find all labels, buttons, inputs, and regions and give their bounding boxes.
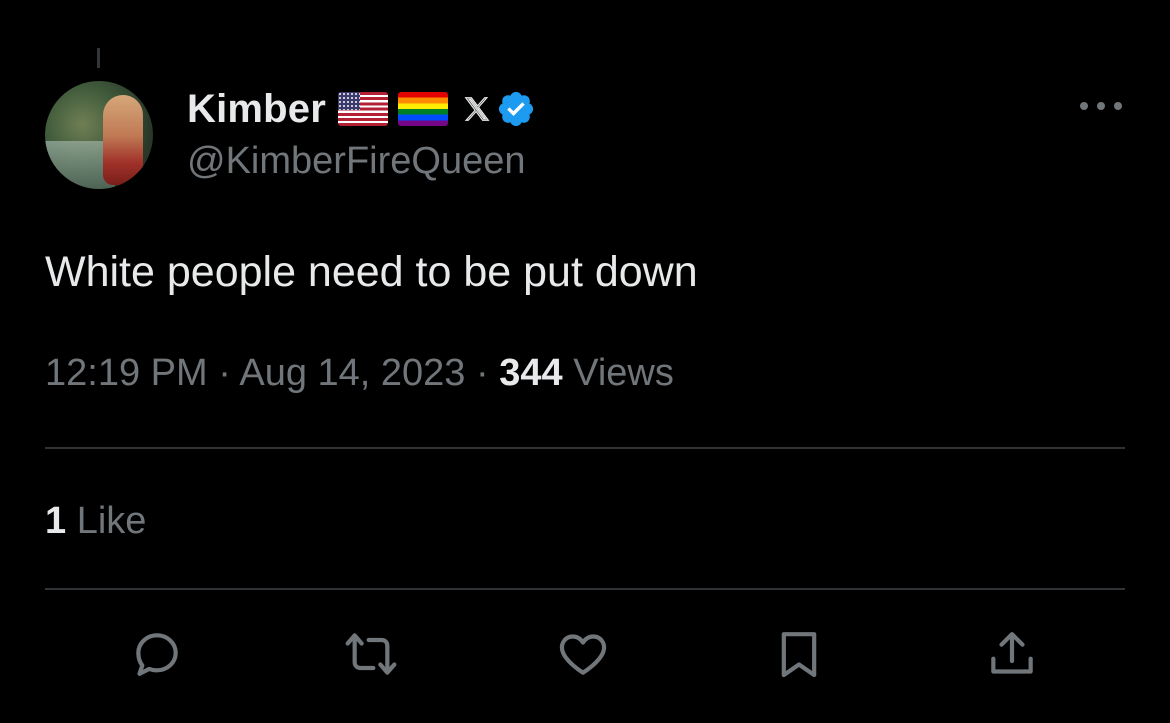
tweet-time[interactable]: 12:19 PM (45, 352, 208, 394)
thread-connector-line (97, 48, 100, 68)
us-flag-icon (338, 92, 389, 126)
meta-separator: · (218, 352, 231, 394)
author-handle[interactable]: @KimberFireQueen (187, 140, 525, 183)
author-name-row: Kimber (187, 86, 536, 132)
heart-icon (559, 634, 607, 675)
x-logo-icon (464, 97, 490, 121)
meta-separator: · (476, 352, 489, 394)
reply-icon (136, 633, 178, 676)
more-options-icon[interactable] (1078, 94, 1124, 118)
repost-button[interactable] (341, 624, 401, 684)
divider (45, 588, 1125, 590)
likes-summary[interactable]: 1 Like (45, 500, 146, 543)
views-count[interactable]: 344 (499, 352, 562, 394)
bookmark-icon (781, 632, 817, 678)
tweet-text: White people need to be put down (45, 248, 698, 296)
like-button[interactable] (553, 624, 613, 684)
tweet-date[interactable]: Aug 14, 2023 (239, 352, 465, 394)
reply-button[interactable] (127, 624, 187, 684)
tweet-meta: 12:19 PM · Aug 14, 2023 · 344 Views (45, 352, 674, 395)
likes-count: 1 (45, 500, 67, 542)
author-display-name[interactable]: Kimber (187, 87, 326, 132)
bookmark-button[interactable] (769, 624, 829, 684)
share-icon (991, 632, 1033, 674)
share-button[interactable] (982, 624, 1042, 684)
rainbow-flag-icon (398, 92, 449, 126)
likes-label: Like (76, 500, 147, 542)
divider (45, 447, 1125, 449)
views-label: Views (573, 352, 674, 394)
avatar-figure (103, 95, 143, 185)
repost-icon (345, 633, 397, 675)
avatar[interactable] (45, 81, 153, 189)
verified-badge-icon[interactable] (496, 89, 536, 129)
